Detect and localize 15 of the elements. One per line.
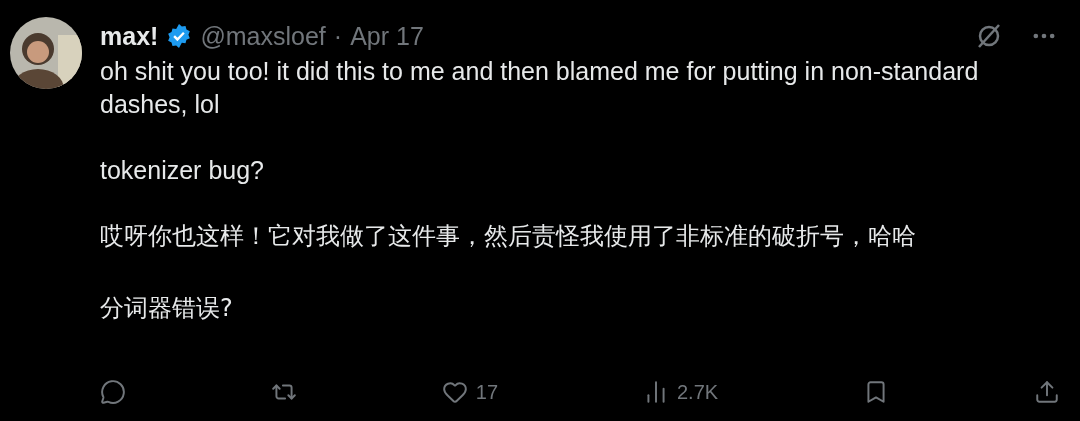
translated-text: 分词器错误? — [100, 293, 234, 324]
translated-text: 哎呀你也这样！它对我做了这件事，然后责怪我使用了非标准的破折号，哈哈 — [100, 221, 917, 252]
author-name[interactable]: max! — [100, 21, 159, 51]
reply-button[interactable] — [100, 379, 126, 405]
share-icon — [1033, 379, 1060, 405]
separator: · — [333, 21, 343, 51]
post-text: oh shit you too! it did this to me and then blamed me for putting in non-standard dashes, lol — [100, 56, 980, 120]
like-button[interactable]: 17 — [441, 379, 499, 405]
views-button[interactable]: 2.7K — [642, 379, 719, 405]
heart-icon — [441, 379, 468, 405]
share-button[interactable] — [1033, 379, 1060, 405]
post-text: tokenizer bug? — [100, 155, 265, 186]
post-date[interactable]: Apr 17 — [350, 21, 424, 51]
author-handle[interactable]: @maxsloef — [200, 21, 326, 51]
speech-bubble-icon — [100, 379, 126, 405]
